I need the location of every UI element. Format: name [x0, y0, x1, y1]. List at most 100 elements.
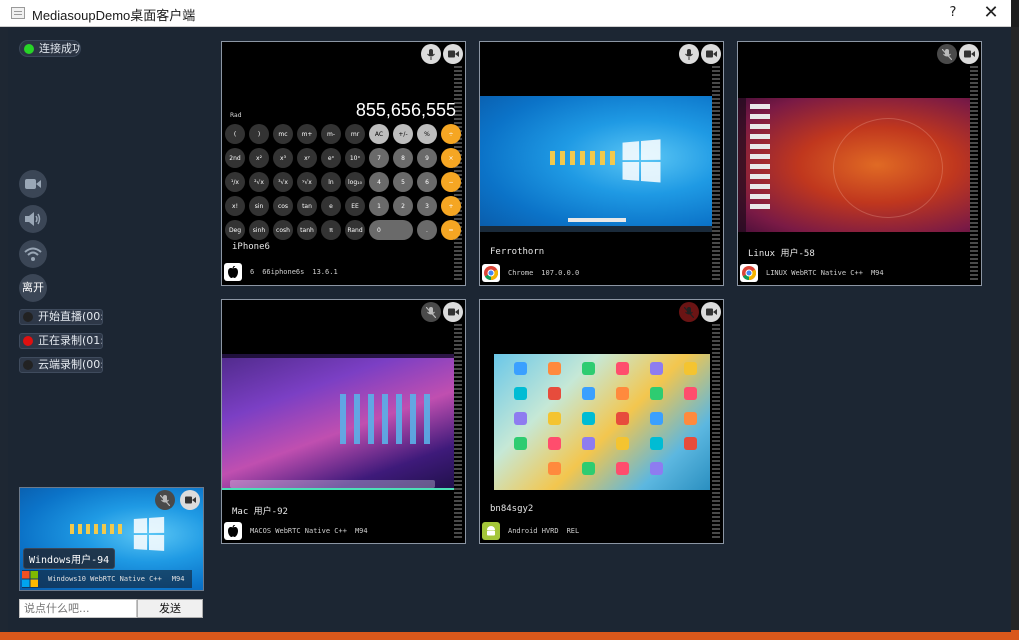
app-icon [514, 412, 527, 425]
peer-info-bar: Chrome 107.0.0.0 [482, 264, 579, 282]
send-button[interactable]: 发送 [137, 599, 203, 618]
app-icon [582, 437, 595, 450]
video-camera-icon [705, 50, 717, 58]
calc-key: x² [249, 148, 269, 168]
app-icon [650, 387, 663, 400]
connection-status-label: 连接成功 [39, 42, 81, 55]
calc-key: sin [249, 196, 269, 216]
calc-key: − [441, 172, 461, 192]
peer-mic-button[interactable] [421, 44, 441, 64]
apple-icon [224, 522, 242, 540]
audio-level-meter [454, 324, 462, 539]
camera-toggle-button[interactable] [19, 170, 47, 198]
calc-key: 2 [393, 196, 413, 216]
desktop-icons [70, 524, 125, 534]
speaker-toggle-button[interactable] [19, 205, 47, 233]
app-icon [514, 437, 527, 450]
calc-key: m+ [297, 124, 317, 144]
video-camera-icon [447, 50, 459, 58]
peer-version: M94 [870, 269, 884, 277]
window-bar [568, 218, 626, 222]
help-button[interactable]: ? [943, 3, 963, 23]
windows-logo-icon [133, 516, 166, 553]
calc-key: = [441, 220, 461, 240]
close-button[interactable]: ✕ [978, 1, 1004, 25]
calc-key: π [321, 220, 341, 240]
calc-key: 9 [417, 148, 437, 168]
cloud-record-label: 云端录制(00: [38, 358, 103, 371]
leave-button[interactable]: 离开 [19, 274, 47, 302]
peer-version: REL [566, 527, 580, 535]
peer-mic-button[interactable] [679, 302, 699, 322]
peer-video: Rad 855,656,555 () mc m+ m-mr AC +/-% ÷ 2nd x² x³… [222, 66, 461, 240]
video-camera-icon [25, 179, 41, 189]
video-camera-icon [184, 496, 196, 504]
peer-tile-linux: Linux 用户-58 LINUX WebRTC Native C++ M94 [737, 41, 982, 286]
app-icon [514, 362, 527, 375]
calc-key: tan [297, 196, 317, 216]
wifi-icon [24, 247, 42, 261]
calc-mode-label: Rad [230, 112, 242, 119]
calc-display: 855,656,555 [355, 100, 456, 120]
app-icon [514, 387, 527, 400]
peer-name: Mac 用户-92 [232, 507, 288, 517]
video-camera-icon [705, 308, 717, 316]
calc-key: sinh [249, 220, 269, 240]
peer-info-bar: 6 66iphone6s 13.6.1 [224, 263, 338, 281]
peer-camera-button[interactable] [443, 44, 463, 64]
windows-logo-icon [622, 139, 663, 185]
peer-mic-button[interactable] [679, 44, 699, 64]
calc-key: Deg [225, 220, 245, 240]
self-info-bar: Windows10 WebRTC Native C++ M94 [22, 570, 192, 588]
local-record-label: 正在录制(01: [38, 334, 103, 347]
peer-camera-button[interactable] [443, 302, 463, 322]
calc-key: mc [273, 124, 293, 144]
calc-key: 8 [393, 148, 413, 168]
calc-key: e [321, 196, 341, 216]
calc-key: 2nd [225, 148, 245, 168]
windows-icon [22, 571, 38, 587]
calc-key: 10ˣ [345, 148, 365, 168]
peer-name: iPhone6 [232, 242, 270, 252]
calc-key: cos [273, 196, 293, 216]
network-button[interactable] [19, 240, 47, 268]
audio-level-meter [970, 66, 978, 281]
peer-mic-button[interactable] [937, 44, 957, 64]
peer-name: bn84sgy2 [490, 504, 534, 514]
peer-camera-button[interactable] [959, 44, 979, 64]
app-icon [616, 387, 629, 400]
self-camera-button[interactable] [180, 490, 200, 510]
audio-level-meter [712, 66, 720, 281]
calc-key: % [417, 124, 437, 144]
peer-browser: MACOS WebRTC Native C++ [250, 527, 347, 535]
calc-key: 4 [369, 172, 389, 192]
cloud-record-button[interactable]: 云端录制(00: [19, 357, 103, 373]
microphone-muted-icon [426, 306, 436, 318]
calc-key: AC [369, 124, 389, 144]
calc-key: + [441, 196, 461, 216]
chrome-icon [482, 264, 500, 282]
calc-key: xʸ [297, 148, 317, 168]
calc-key: 7 [369, 148, 389, 168]
app-icon [650, 462, 663, 475]
calc-key: 1 [369, 196, 389, 216]
peer-camera-button[interactable] [701, 302, 721, 322]
calc-key: ¹/x [225, 172, 245, 192]
peer-camera-button[interactable] [701, 44, 721, 64]
background-window-right [1010, 27, 1019, 640]
peer-mic-button[interactable] [421, 302, 441, 322]
local-record-button[interactable]: 正在录制(01: [19, 333, 103, 349]
connection-status: 连接成功 [19, 40, 81, 57]
calc-key: ( [225, 124, 245, 144]
app-icon [582, 362, 595, 375]
app-icon [684, 412, 697, 425]
dock-highlight [222, 488, 454, 490]
chat-input[interactable] [19, 599, 137, 618]
peer-tile-ferrothorn: Ferrothorn Chrome 107.0.0.0 [479, 41, 724, 286]
self-mic-button[interactable] [155, 490, 175, 510]
app-icon [582, 412, 595, 425]
app-icon [684, 362, 697, 375]
calc-key: tanh [297, 220, 317, 240]
apple-icon [224, 263, 242, 281]
live-stream-button[interactable]: 开始直播(00: [19, 309, 103, 325]
